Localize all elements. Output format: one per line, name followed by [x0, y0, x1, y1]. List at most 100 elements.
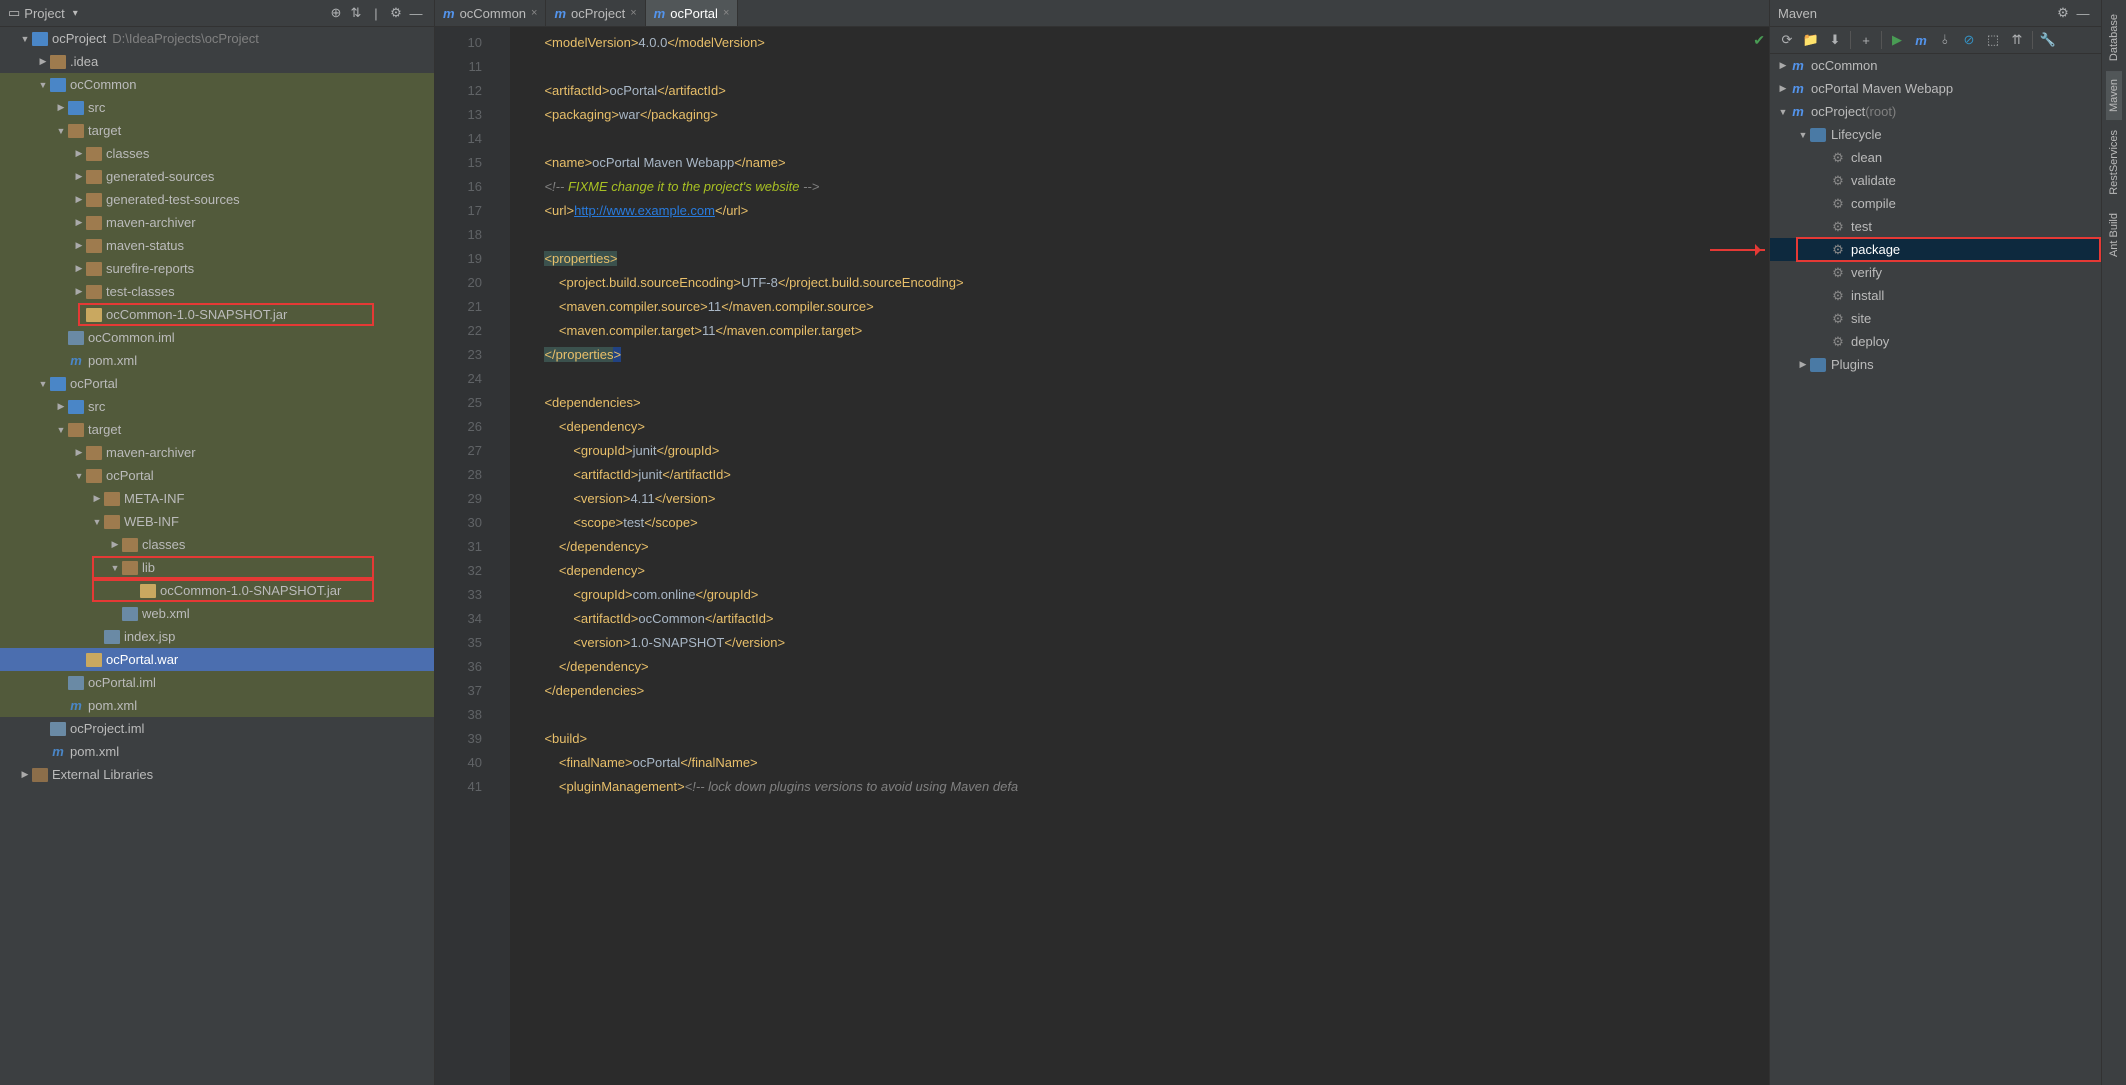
tree-row[interactable]: maven-archiver	[0, 211, 434, 234]
maven-tree-row[interactable]: ⚙test	[1770, 215, 2101, 238]
maven-tree-row[interactable]: Plugins	[1770, 353, 2101, 376]
project-dropdown[interactable]: ▭ Project	[8, 5, 78, 21]
download-icon[interactable]: ⬇	[1824, 29, 1846, 51]
rail-button[interactable]: RestServices	[2106, 122, 2122, 203]
hide-icon[interactable]: —	[406, 3, 426, 23]
tree-row[interactable]: surefire-reports	[0, 257, 434, 280]
tree-row[interactable]: index.jsp	[0, 625, 434, 648]
expand-arrow-icon[interactable]	[54, 425, 68, 435]
maven-tree-row[interactable]: ⚙deploy	[1770, 330, 2101, 353]
expand-arrow-icon[interactable]	[72, 286, 86, 297]
expand-arrow-icon[interactable]	[1796, 130, 1810, 140]
project-tree[interactable]: ocProjectD:\IdeaProjects\ocProject.ideao…	[0, 27, 434, 1085]
maven-tool-settings-icon[interactable]: 🔧	[2037, 29, 2059, 51]
tree-row[interactable]: ocPortal	[0, 372, 434, 395]
maven-hide-icon[interactable]: —	[2073, 3, 2093, 23]
close-tab-icon[interactable]: ×	[630, 7, 636, 19]
editor-fold-gutter[interactable]	[490, 27, 510, 1085]
expand-arrow-icon[interactable]	[72, 240, 86, 251]
expand-arrow-icon[interactable]	[72, 263, 86, 274]
expand-arrow-icon[interactable]	[1776, 107, 1790, 117]
expand-arrow-icon[interactable]	[18, 769, 32, 780]
reload-icon[interactable]: ⟳	[1776, 29, 1798, 51]
expand-arrow-icon[interactable]	[36, 379, 50, 389]
tree-row[interactable]: generated-test-sources	[0, 188, 434, 211]
tree-row[interactable]: ocPortal.iml	[0, 671, 434, 694]
expand-arrow-icon[interactable]	[1776, 83, 1790, 94]
tree-row[interactable]: ocProject.iml	[0, 717, 434, 740]
tree-row[interactable]: ocPortal	[0, 464, 434, 487]
expand-arrow-icon[interactable]	[54, 401, 68, 412]
expand-arrow-icon[interactable]	[54, 102, 68, 113]
collapse-all-icon[interactable]: ⇈	[2006, 29, 2028, 51]
expand-arrow-icon[interactable]	[108, 539, 122, 550]
close-tab-icon[interactable]: ×	[531, 7, 537, 19]
editor-tab[interactable]: mocProject×	[546, 0, 645, 26]
run-icon[interactable]: ▶	[1886, 29, 1908, 51]
expand-arrow-icon[interactable]	[90, 493, 104, 504]
tree-row[interactable]: src	[0, 96, 434, 119]
maven-tree-row[interactable]: mocPortal Maven Webapp	[1770, 77, 2101, 100]
locate-icon[interactable]: ⊕	[326, 3, 346, 23]
tree-row[interactable]: test-classes	[0, 280, 434, 303]
expand-arrow-icon[interactable]	[1796, 359, 1810, 370]
tree-row[interactable]: External Libraries	[0, 763, 434, 786]
execute-goal-icon[interactable]: m	[1910, 29, 1932, 51]
maven-settings-icon[interactable]: ⚙	[2053, 3, 2073, 23]
expand-arrow-icon[interactable]	[36, 56, 50, 67]
tree-row[interactable]: maven-status	[0, 234, 434, 257]
expand-arrow-icon[interactable]	[72, 171, 86, 182]
maven-tree-row[interactable]: Lifecycle	[1770, 123, 2101, 146]
tree-row[interactable]: web.xml	[0, 602, 434, 625]
tree-row[interactable]: target	[0, 418, 434, 441]
tree-row[interactable]: ocCommon-1.0-SNAPSHOT.jar	[0, 303, 434, 326]
tree-row[interactable]: target	[0, 119, 434, 142]
editor-tab[interactable]: mocPortal×	[646, 0, 739, 26]
expand-arrow-icon[interactable]	[108, 563, 122, 573]
editor-gutter[interactable]: 1011121314151617181920212223242526272829…	[435, 27, 490, 1085]
expand-all-icon[interactable]: ⇅	[346, 3, 366, 23]
tree-row[interactable]: META-INF	[0, 487, 434, 510]
tree-row[interactable]: mpom.xml	[0, 740, 434, 763]
maven-tree-row[interactable]: mocProject (root)	[1770, 100, 2101, 123]
tree-row[interactable]: mpom.xml	[0, 694, 434, 717]
expand-arrow-icon[interactable]	[72, 447, 86, 458]
maven-tree-row[interactable]: ⚙clean	[1770, 146, 2101, 169]
maven-tree-row[interactable]: ⚙install	[1770, 284, 2101, 307]
toggle-skip-tests-icon[interactable]: ⊘	[1958, 29, 1980, 51]
maven-tree[interactable]: mocCommonmocPortal Maven WebappmocProjec…	[1770, 54, 2101, 1085]
editor-tab[interactable]: mocCommon×	[435, 0, 546, 26]
maven-tree-row[interactable]: ⚙verify	[1770, 261, 2101, 284]
tree-row[interactable]: ocProjectD:\IdeaProjects\ocProject	[0, 27, 434, 50]
tree-row[interactable]: ocCommon	[0, 73, 434, 96]
tree-row[interactable]: classes	[0, 142, 434, 165]
expand-arrow-icon[interactable]	[72, 148, 86, 159]
show-deps-icon[interactable]: ⬚	[1982, 29, 2004, 51]
expand-arrow-icon[interactable]	[1776, 60, 1790, 71]
tree-row[interactable]: ocCommon-1.0-SNAPSHOT.jar	[0, 579, 434, 602]
expand-arrow-icon[interactable]	[72, 471, 86, 481]
tree-row[interactable]: generated-sources	[0, 165, 434, 188]
expand-arrow-icon[interactable]	[18, 34, 32, 44]
maven-tree-row[interactable]: ⚙package	[1770, 238, 2101, 261]
tree-row[interactable]: .idea	[0, 50, 434, 73]
tree-row[interactable]: mpom.xml	[0, 349, 434, 372]
tree-row[interactable]: WEB-INF	[0, 510, 434, 533]
editor-code[interactable]: <modelVersion>4.0.0</modelVersion> <arti…	[510, 27, 1769, 1085]
maven-tree-row[interactable]: mocCommon	[1770, 54, 2101, 77]
settings-icon[interactable]: ⚙	[386, 3, 406, 23]
maven-tree-row[interactable]: ⚙compile	[1770, 192, 2101, 215]
tree-row[interactable]: ocCommon.iml	[0, 326, 434, 349]
rail-button[interactable]: Ant Build	[2106, 205, 2122, 265]
maven-tree-row[interactable]: ⚙validate	[1770, 169, 2101, 192]
expand-arrow-icon[interactable]	[36, 80, 50, 90]
expand-arrow-icon[interactable]	[72, 217, 86, 228]
expand-arrow-icon[interactable]	[54, 126, 68, 136]
rail-button[interactable]: Database	[2106, 6, 2122, 69]
generate-sources-icon[interactable]: 📁	[1800, 29, 1822, 51]
tree-row[interactable]: maven-archiver	[0, 441, 434, 464]
close-tab-icon[interactable]: ×	[723, 7, 729, 19]
expand-arrow-icon[interactable]	[72, 194, 86, 205]
rail-button[interactable]: Maven	[2106, 71, 2122, 120]
tree-row[interactable]: src	[0, 395, 434, 418]
